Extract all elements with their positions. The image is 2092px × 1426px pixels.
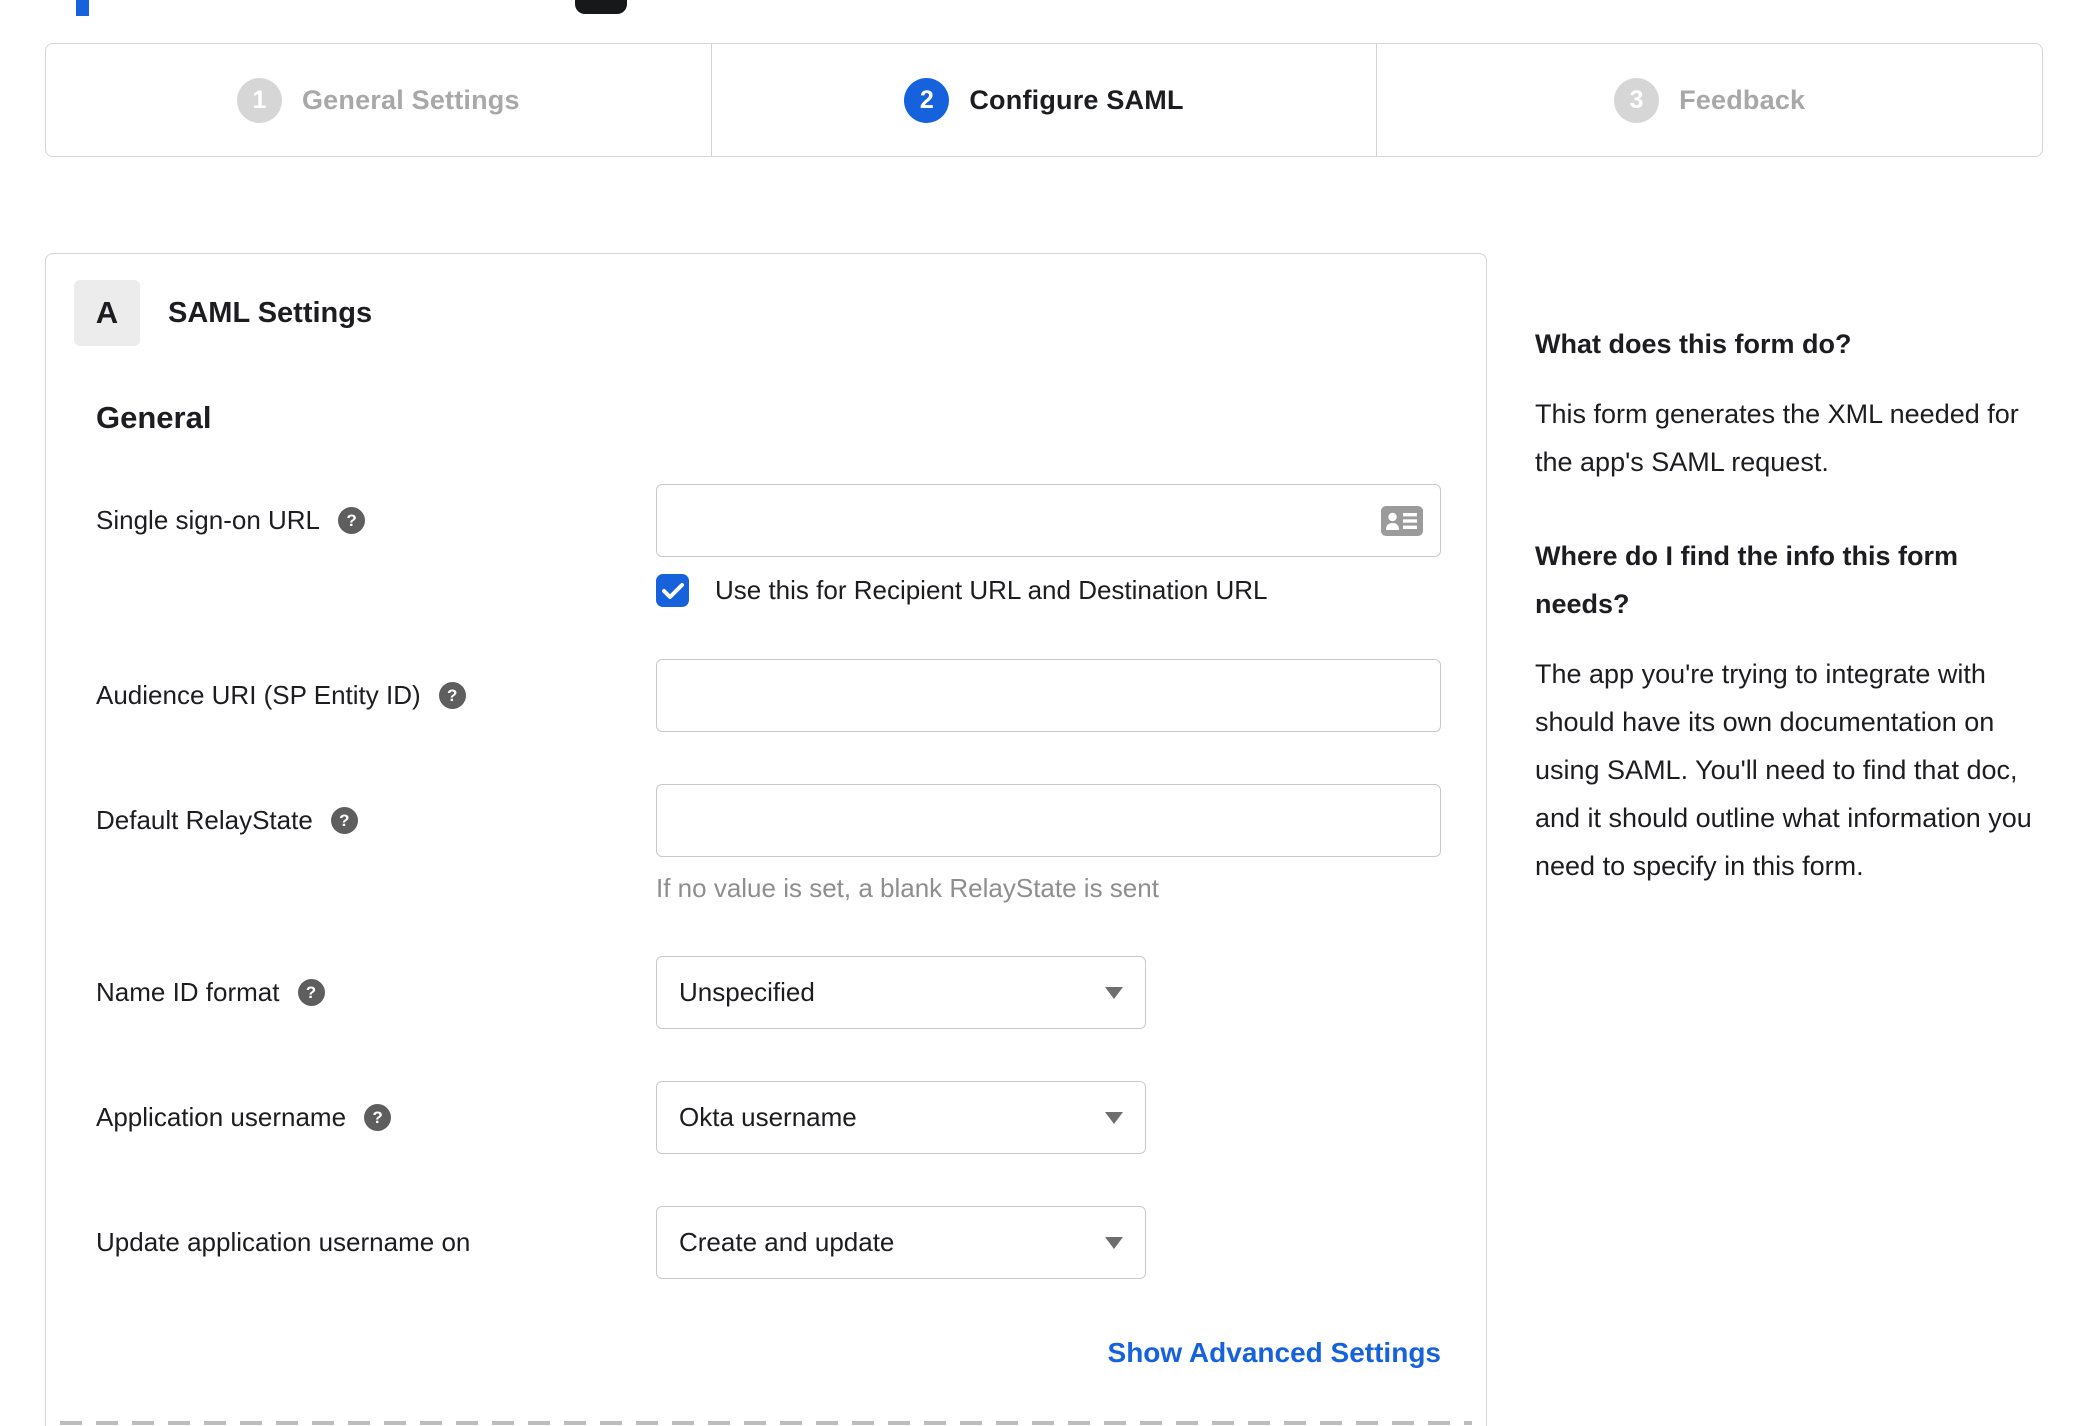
section-letter-badge: A (74, 280, 140, 346)
field-controls (656, 659, 1458, 732)
field-controls: Unspecified (656, 956, 1458, 1029)
row-application-username: Application username ? Okta username (96, 1081, 1458, 1154)
contact-card-icon (1381, 505, 1423, 536)
recipient-url-checkbox[interactable] (656, 574, 689, 607)
name-id-format-value: Unspecified (679, 977, 815, 1007)
help-heading: What does this form do? (1535, 329, 1852, 359)
chevron-down-icon (1105, 1111, 1123, 1124)
help-icon[interactable]: ? (364, 1104, 392, 1131)
help-icon[interactable]: ? (330, 807, 358, 834)
saml-form: Single sign-on URL ? Use this for Recipi… (96, 484, 1458, 1369)
field-label: Name ID format ? (96, 956, 656, 1029)
name-id-format-label: Name ID format (96, 977, 280, 1007)
application-username-select[interactable]: Okta username (656, 1081, 1146, 1154)
field-controls: If no value is set, a blank RelayState i… (656, 784, 1458, 904)
sso-url-input-wrap (656, 484, 1441, 557)
default-relaystate-label: Default RelayState (96, 805, 313, 835)
section-dashed-divider (60, 1421, 1472, 1425)
field-controls: Okta username (656, 1081, 1458, 1154)
relaystate-hint-text: If no value is set, a blank RelayState i… (656, 873, 1159, 903)
row-default-relaystate: Default RelayState ? If no value is set,… (96, 784, 1458, 904)
wizard-stepper: 1 General Settings 2 Configure SAML 3 Fe… (45, 43, 2043, 157)
field-label: Update application username on (96, 1206, 656, 1279)
help-section-where: Where do I find the info this form needs… (1535, 532, 2049, 890)
step-number-badge: 1 (236, 77, 282, 123)
help-icon[interactable]: ? (338, 507, 366, 534)
row-single-sign-on-url: Single sign-on URL ? Use this for Recipi… (96, 484, 1458, 607)
panel-header: A SAML Settings (74, 280, 1458, 346)
help-icon[interactable]: ? (297, 979, 325, 1006)
step-general-settings: 1 General Settings (46, 44, 711, 156)
field-label: Application username ? (96, 1081, 656, 1154)
recipient-url-checkbox-label: Use this for Recipient URL and Destinati… (715, 575, 1268, 605)
help-sidebar: What does this form do? This form genera… (1535, 320, 2049, 936)
step-configure-saml: 2 Configure SAML (710, 44, 1377, 156)
step-number-badge: 2 (904, 77, 950, 123)
field-controls: Create and update (656, 1206, 1458, 1279)
row-audience-uri: Audience URI (SP Entity ID) ? (96, 659, 1458, 732)
field-controls: Use this for Recipient URL and Destinati… (656, 484, 1458, 607)
help-section-what: What does this form do? This form genera… (1535, 320, 2049, 486)
step-label: General Settings (301, 84, 520, 115)
row-update-application-username: Update application username on Create an… (96, 1206, 1458, 1279)
audience-uri-input[interactable] (656, 659, 1441, 732)
single-sign-on-url-input[interactable] (656, 484, 1441, 557)
row-name-id-format: Name ID format ? Unspecified (96, 956, 1458, 1029)
update-application-username-label: Update application username on (96, 1227, 471, 1257)
update-application-username-value: Create and update (679, 1227, 895, 1257)
field-label: Default RelayState ? (96, 784, 656, 857)
general-group-heading: General (96, 400, 212, 435)
step-label: Configure SAML (969, 84, 1184, 115)
help-heading: Where do I find the info this form needs… (1535, 541, 1958, 619)
step-label: Feedback (1679, 84, 1806, 115)
step-feedback: 3 Feedback (1376, 44, 2042, 156)
saml-settings-panel: A SAML Settings General Single sign-on U… (45, 253, 1487, 1426)
recipient-url-checkbox-row: Use this for Recipient URL and Destinati… (656, 574, 1458, 607)
cutoff-black-icon (575, 0, 627, 14)
chevron-down-icon (1105, 1236, 1123, 1249)
advanced-settings-row: Show Advanced Settings (96, 1337, 1441, 1369)
checkmark-icon (661, 582, 684, 599)
application-username-label: Application username (96, 1102, 347, 1132)
help-body: This form generates the XML needed for t… (1535, 399, 2019, 477)
show-advanced-settings-link[interactable]: Show Advanced Settings (1108, 1337, 1441, 1369)
cutoff-blue-tab-indicator (76, 0, 89, 16)
panel-title: SAML Settings (168, 296, 373, 329)
help-body: The app you're trying to integrate with … (1535, 659, 2032, 881)
name-id-format-select[interactable]: Unspecified (656, 956, 1146, 1029)
default-relaystate-input[interactable] (656, 784, 1441, 857)
update-application-username-select[interactable]: Create and update (656, 1206, 1146, 1279)
chevron-down-icon (1105, 986, 1123, 999)
step-number-badge: 3 (1614, 77, 1660, 123)
field-label: Single sign-on URL ? (96, 484, 656, 557)
help-icon[interactable]: ? (438, 682, 466, 709)
field-label: Audience URI (SP Entity ID) ? (96, 659, 656, 732)
application-username-value: Okta username (679, 1102, 857, 1132)
audience-uri-label: Audience URI (SP Entity ID) (96, 680, 421, 710)
single-sign-on-url-label: Single sign-on URL (96, 505, 321, 535)
